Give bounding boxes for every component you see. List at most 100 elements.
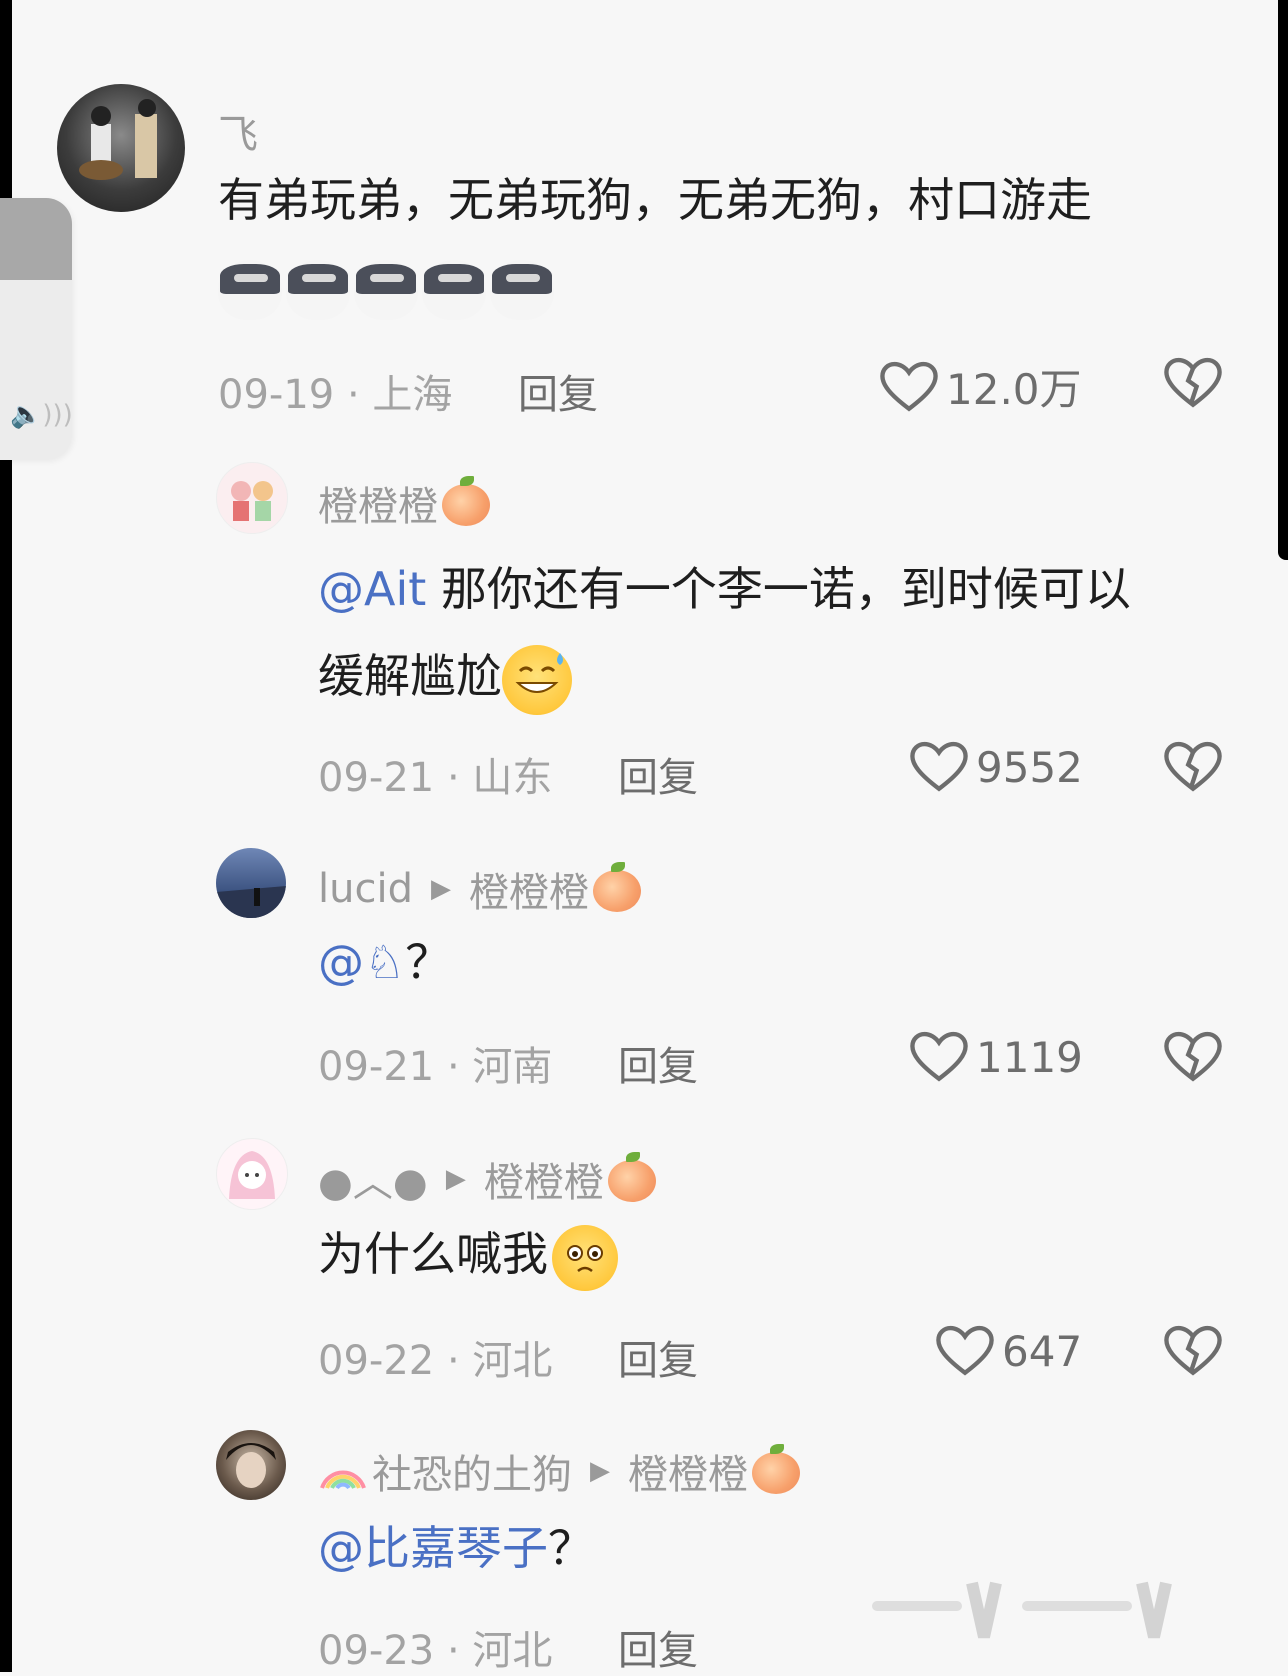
comment-author[interactable]: lucid ▶ 橙橙橙: [318, 860, 641, 918]
comment-body: 有弟玩弟，无弟玩狗，无弟无狗，村口游走: [218, 168, 1092, 232]
comment-author[interactable]: 橙橙橙: [318, 474, 490, 532]
comment-meta: 09-19 · 上海: [218, 362, 452, 420]
comment-author[interactable]: ●︿● ▶ 橙橙橙: [318, 1150, 656, 1208]
comment-location: 河北: [472, 1338, 553, 1384]
like-count: 647: [1002, 1326, 1083, 1376]
screen-edge-right: [1278, 0, 1288, 560]
comment-date: 09-22: [318, 1338, 435, 1384]
comment-text: ？: [405, 935, 452, 989]
mention-link[interactable]: @Ait: [318, 562, 426, 616]
dislike-button[interactable]: [1164, 1030, 1222, 1088]
author-name: 飞: [218, 112, 258, 158]
avatar-photo-icon: [216, 886, 286, 918]
reply-button[interactable]: 回复: [618, 1034, 698, 1092]
peach-icon: [592, 862, 641, 912]
avatar[interactable]: [216, 848, 286, 918]
comment-text: ？: [548, 1521, 594, 1575]
comment-date: 09-19: [218, 372, 335, 418]
dislike-button[interactable]: [1164, 356, 1222, 414]
avatar[interactable]: [216, 462, 288, 534]
avatar[interactable]: [57, 84, 185, 212]
speaker-icon: 🔈))): [10, 400, 73, 430]
mention-link[interactable]: @♘: [318, 935, 405, 989]
comment-text: 为什么喊我: [318, 1227, 548, 1281]
author-name: lucid: [318, 866, 413, 912]
comment-date: 09-21: [318, 755, 435, 801]
comment-meta: 09-22 · 河北: [318, 1328, 552, 1386]
like-count: 9552: [976, 742, 1083, 792]
comment-meta: 09-21 · 山东: [318, 745, 552, 803]
peach-icon: [752, 1444, 800, 1494]
reply-to-name: 橙橙橙: [468, 870, 589, 916]
dog-emoji-icon: [490, 260, 554, 320]
heart-icon: [910, 741, 968, 792]
avatar-cartoon-icon: [231, 481, 273, 521]
reply-button[interactable]: 回复: [618, 745, 698, 803]
dog-emoji-icon: [422, 260, 486, 320]
dog-emoji-row: [218, 260, 558, 320]
dislike-button[interactable]: [1164, 1324, 1222, 1382]
comment-location: 河南: [472, 1044, 553, 1090]
meta-separator: ·: [446, 1628, 460, 1674]
reply-to-name: 橙橙橙: [483, 1160, 604, 1206]
reply-arrow-icon: ▶: [590, 1456, 610, 1486]
dog-emoji-icon: [354, 260, 418, 320]
sweat-grin-emoji-icon: [502, 644, 572, 715]
peach-icon: [442, 476, 490, 526]
side-volume-panel[interactable]: 🔈))): [0, 198, 73, 460]
comment-author[interactable]: 社恐的土狗 ▶ 橙橙橙: [318, 1442, 800, 1500]
reply-button[interactable]: 回复: [618, 1618, 698, 1676]
meta-separator: ·: [446, 755, 460, 801]
comment-meta: 09-23 · 河北: [318, 1618, 552, 1676]
comment-location: 上海: [372, 372, 453, 418]
heart-icon: [880, 361, 938, 411]
broken-heart-icon: [1164, 1325, 1222, 1376]
comment-text: 那你还有一个李一诺，到时候可以: [440, 562, 1131, 616]
dog-emoji-icon: [286, 260, 350, 320]
like-count: 1119: [976, 1032, 1083, 1082]
peach-icon: [607, 1152, 656, 1202]
reply-button[interactable]: 回复: [618, 1328, 698, 1386]
pleading-face-emoji-icon: [552, 1224, 618, 1291]
comment-text: 有弟玩弟，无弟玩狗，无弟无狗，村口游走: [218, 173, 1092, 227]
comment-location: 河北: [472, 1628, 553, 1674]
reply-button[interactable]: 回复: [518, 362, 598, 420]
comment-text-line2: 缓解尴尬: [318, 649, 502, 704]
rainbow-icon: [318, 1452, 368, 1490]
broken-heart-icon: [1164, 741, 1222, 792]
broken-heart-icon: [1164, 1031, 1222, 1082]
like-count: 12.0万: [946, 365, 1082, 414]
meta-separator: ·: [346, 372, 360, 418]
like-button[interactable]: 9552: [910, 740, 1083, 794]
comment-body: @♘？: [318, 930, 451, 994]
author-name: 橙橙橙: [318, 484, 438, 530]
comment-date: 09-23: [318, 1628, 435, 1674]
meta-separator: ·: [446, 1338, 460, 1384]
dislike-button[interactable]: [1164, 740, 1222, 798]
comment-location: 山东: [472, 755, 553, 801]
broken-heart-icon: [1164, 357, 1222, 408]
comment-body: @比嘉琴子？: [318, 1516, 594, 1580]
mention-link[interactable]: @比嘉琴子: [318, 1521, 548, 1575]
heart-icon: [936, 1325, 994, 1376]
watermark: [872, 1577, 1202, 1662]
comment-author[interactable]: 飞: [218, 102, 258, 160]
avatar[interactable]: [216, 1430, 286, 1500]
like-button[interactable]: 12.0万: [880, 356, 1082, 417]
like-button[interactable]: 1119: [910, 1030, 1083, 1084]
reply-arrow-icon: ▶: [430, 874, 451, 904]
author-name: 社恐的土狗: [372, 1452, 572, 1498]
comment-body: @Ait 那你还有一个李一诺，到时候可以 缓解尴尬: [318, 546, 1131, 721]
comment-date: 09-21: [318, 1044, 435, 1090]
avatar[interactable]: [216, 1138, 288, 1210]
like-button[interactable]: 647: [936, 1324, 1082, 1378]
avatar-photo-icon: [79, 99, 157, 180]
comment-body: 为什么喊我: [318, 1222, 618, 1291]
heart-icon: [910, 1031, 968, 1082]
reply-to-name: 橙橙橙: [628, 1452, 748, 1498]
author-name: ●︿●: [318, 1160, 428, 1206]
comment-meta: 09-21 · 河南: [318, 1034, 552, 1092]
watermark-logo-icon: [872, 1581, 1172, 1639]
avatar-cartoon-icon: [229, 1151, 275, 1199]
dog-emoji-icon: [218, 260, 282, 320]
